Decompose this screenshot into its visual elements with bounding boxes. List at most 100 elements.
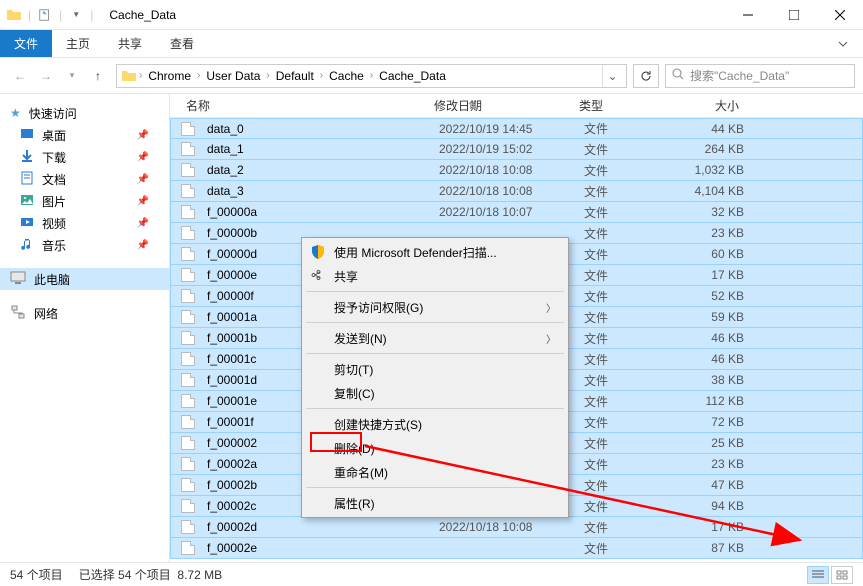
status-count: 54 个项目 — [10, 566, 63, 583]
menu-item[interactable]: 重命名(M) — [304, 460, 566, 484]
file-icon — [181, 373, 195, 387]
sidebar-item[interactable]: 视频📌 — [0, 212, 169, 234]
table-row[interactable]: data_22022/10/18 10:08文件1,032 KB — [170, 160, 863, 181]
breadcrumb-item[interactable]: Default — [272, 69, 318, 83]
view-icons-button[interactable] — [831, 566, 853, 584]
cell-type: 文件 — [578, 456, 650, 473]
properties-icon[interactable] — [37, 7, 53, 23]
cell-size: 52 KB — [650, 289, 750, 303]
col-name[interactable]: 名称 — [180, 97, 428, 114]
cell-size: 32 KB — [650, 205, 750, 219]
ribbon: 文件 主页 共享 查看 — [0, 30, 863, 58]
menu-item-label: 复制(C) — [334, 385, 375, 402]
chevron-right-icon[interactable]: › — [139, 70, 142, 81]
close-button[interactable] — [817, 0, 863, 30]
sidebar-item-label: 文档 — [42, 171, 66, 188]
cell-date: 2022/10/19 15:02 — [433, 142, 578, 156]
tab-home[interactable]: 主页 — [52, 30, 104, 57]
breadcrumb-item[interactable]: Chrome — [144, 69, 195, 83]
col-type[interactable]: 类型 — [573, 97, 645, 114]
sidebar-item[interactable]: 文档📌 — [0, 168, 169, 190]
column-headers: 名称 ⇅ 修改日期 类型 大小 — [170, 94, 863, 118]
menu-separator — [306, 408, 564, 409]
menu-item-label: 删除(D) — [334, 440, 375, 457]
share-icon — [310, 268, 326, 284]
network-icon — [10, 305, 26, 322]
table-row[interactable]: f_00002e文件87 KB — [170, 538, 863, 559]
menu-item[interactable]: 发送到(N)〉 — [304, 326, 566, 350]
menu-item-label: 使用 Microsoft Defender扫描... — [334, 244, 497, 261]
refresh-button[interactable] — [633, 64, 659, 88]
file-icon — [181, 457, 195, 471]
col-resize-handle[interactable]: ⇅ — [468, 96, 476, 116]
search-input[interactable]: 搜索"Cache_Data" — [665, 64, 855, 88]
back-button[interactable]: ← — [8, 64, 32, 88]
file-icon — [181, 520, 195, 534]
breadcrumb-item[interactable]: Cache — [325, 69, 368, 83]
menu-item[interactable]: 创建快捷方式(S) — [304, 412, 566, 436]
sidebar-this-pc[interactable]: 此电脑 — [0, 268, 169, 290]
breadcrumb[interactable]: › Chrome › User Data › Default › Cache ›… — [116, 64, 627, 88]
breadcrumb-item[interactable]: Cache_Data — [375, 69, 450, 83]
sidebar-network[interactable]: 网络 — [0, 302, 169, 324]
view-details-button[interactable] — [807, 566, 829, 584]
sidebar-item[interactable]: 桌面📌 — [0, 124, 169, 146]
sidebar-item-label: 快速访问 — [29, 105, 77, 122]
table-row[interactable]: data_12022/10/19 15:02文件264 KB — [170, 139, 863, 160]
table-row[interactable]: data_02022/10/19 14:45文件44 KB — [170, 118, 863, 139]
tab-share[interactable]: 共享 — [104, 30, 156, 57]
breadcrumb-item[interactable]: User Data — [202, 69, 264, 83]
cell-type: 文件 — [578, 330, 650, 347]
chevron-right-icon[interactable]: › — [266, 70, 269, 81]
menu-item-label: 共享 — [334, 268, 358, 285]
up-button[interactable]: ↑ — [86, 64, 110, 88]
col-size[interactable]: 大小 — [645, 97, 745, 114]
chevron-right-icon[interactable]: › — [320, 70, 323, 81]
menu-item[interactable]: 授予访问权限(G)〉 — [304, 295, 566, 319]
table-row[interactable]: f_00000a2022/10/18 10:07文件32 KB — [170, 202, 863, 223]
sidebar-item[interactable]: 下载📌 — [0, 146, 169, 168]
separator: | — [59, 8, 62, 22]
menu-item[interactable]: 剪切(T) — [304, 357, 566, 381]
cell-date: 2022/10/18 10:08 — [433, 520, 578, 534]
folder-icon — [20, 171, 34, 188]
menu-item[interactable]: 复制(C) — [304, 381, 566, 405]
search-icon — [672, 68, 684, 83]
cell-size: 59 KB — [650, 310, 750, 324]
breadcrumb-dropdown[interactable]: ⌄ — [602, 65, 622, 87]
chevron-right-icon[interactable]: › — [197, 70, 200, 81]
col-date[interactable]: 修改日期 — [428, 97, 573, 114]
file-icon — [181, 394, 195, 408]
cell-type: 文件 — [578, 414, 650, 431]
pin-icon: 📌 — [137, 218, 149, 229]
table-row[interactable]: f_00002d2022/10/18 10:08文件17 KB — [170, 517, 863, 538]
file-icon — [181, 289, 195, 303]
titlebar-quick-icons: | | ▼ | — [0, 7, 101, 23]
shield-icon — [310, 244, 326, 260]
tab-view[interactable]: 查看 — [156, 30, 208, 57]
cell-size: 94 KB — [650, 499, 750, 513]
ribbon-expand-button[interactable] — [823, 30, 863, 57]
cell-type: 文件 — [578, 372, 650, 389]
menu-item[interactable]: 删除(D) — [304, 436, 566, 460]
cell-size: 38 KB — [650, 373, 750, 387]
nav-buttons: ← → ▾ ↑ — [8, 64, 110, 88]
menu-item[interactable]: 使用 Microsoft Defender扫描... — [304, 240, 566, 264]
dropdown-icon[interactable]: ▼ — [68, 7, 84, 23]
file-icon — [181, 478, 195, 492]
menu-item[interactable]: 属性(R) — [304, 491, 566, 515]
menu-item[interactable]: 共享 — [304, 264, 566, 288]
maximize-button[interactable] — [771, 0, 817, 30]
menu-item-label: 发送到(N) — [334, 330, 387, 347]
sidebar-item[interactable]: 图片📌 — [0, 190, 169, 212]
chevron-right-icon[interactable]: › — [370, 70, 373, 81]
window-title: Cache_Data — [101, 8, 176, 22]
sidebar-quick-access[interactable]: ★ 快速访问 — [0, 102, 169, 124]
minimize-button[interactable] — [725, 0, 771, 30]
cell-date: 2022/10/19 14:45 — [433, 122, 578, 136]
sidebar-item[interactable]: 音乐📌 — [0, 234, 169, 256]
table-row[interactable]: data_32022/10/18 10:08文件4,104 KB — [170, 181, 863, 202]
forward-button[interactable]: → — [34, 64, 58, 88]
tab-file[interactable]: 文件 — [0, 30, 52, 57]
recent-dropdown[interactable]: ▾ — [60, 64, 84, 88]
